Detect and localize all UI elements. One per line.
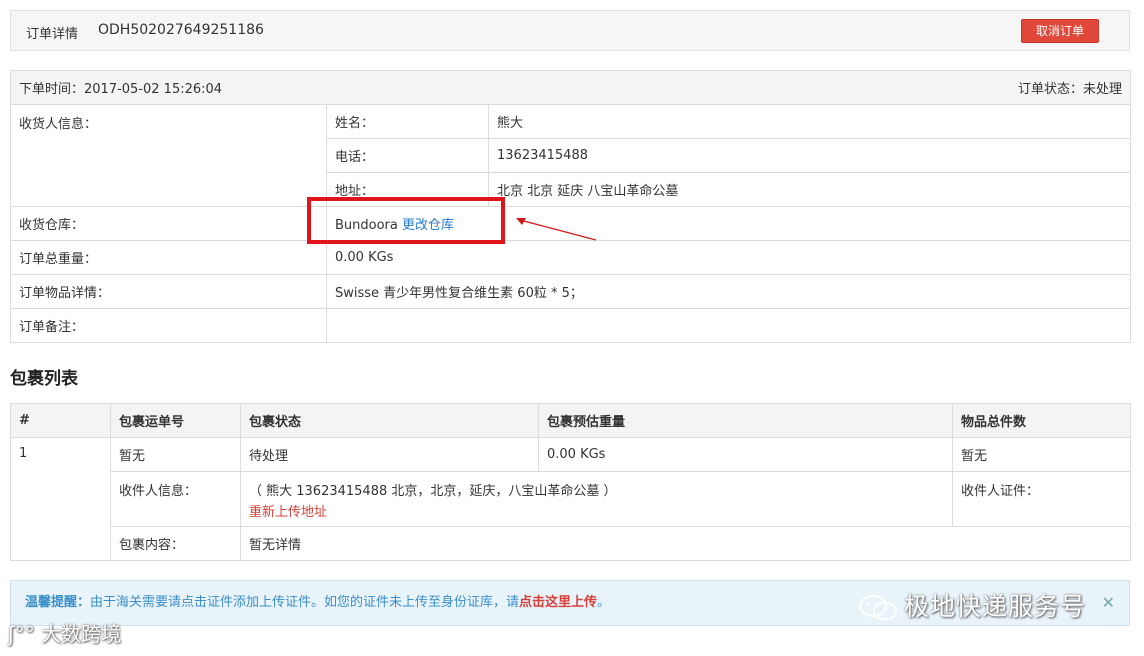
col-weight: 包裹预估重量 — [538, 403, 953, 438]
package-header-row: # 包裹运单号 包裹状态 包裹预估重量 物品总件数 — [10, 403, 1131, 438]
col-count: 物品总件数 — [952, 403, 1131, 438]
brand-logo-icon: ʃ°° — [8, 622, 35, 646]
brand-watermark-text: 大数跨境 — [41, 622, 122, 646]
receiver-label: 收货人信息： — [10, 104, 327, 207]
table-row: 订单物品详情： Swisse 青少年男性复合维生素 60粒 * 5； — [10, 274, 1131, 309]
close-icon[interactable]: ✕ — [1102, 581, 1115, 625]
col-tracking: 包裹运单号 — [110, 403, 241, 438]
name-label: 姓名： — [326, 104, 489, 139]
remark-value — [326, 308, 1131, 343]
order-detail-label: 订单详情 — [26, 27, 79, 42]
address-value: 北京 北京 延庆 八宝山革命公墓 — [488, 172, 1131, 207]
items-label: 订单物品详情： — [10, 274, 327, 309]
remark-label: 订单备注： — [10, 308, 327, 343]
content-label: 包裹内容： — [110, 526, 241, 561]
recipient-label: 收件人信息： — [110, 471, 241, 527]
table-row: 收件人信息： （ 熊大 13623415488 北京，北京，延庆，八宝山革命公墓… — [11, 471, 1131, 527]
arrow-annotation-icon — [516, 218, 597, 241]
wechat-watermark-text: 极地快递服务号 — [904, 592, 1087, 621]
package-weight: 0.00 KGs — [538, 437, 953, 472]
cancel-order-button[interactable]: 取消订单 — [1021, 19, 1099, 43]
weight-label: 订单总重量： — [10, 240, 327, 275]
reminder-prefix: 温馨提醒： — [25, 595, 91, 610]
table-row: 收货人信息： 姓名： 熊大 — [10, 104, 1131, 207]
order-id: ODH502027649251186 — [98, 22, 264, 38]
table-row: 订单总重量： 0.00 KGs — [10, 240, 1131, 275]
wechat-watermark: 极地快递服务号 — [858, 587, 1086, 623]
phone-value: 13623415488 — [488, 138, 1131, 173]
reminder-text: 由于海关需要请点击证件添加上传证件。如您的证件未上传至身份证库，请 — [90, 595, 520, 610]
package-count: 暂无 — [952, 437, 1131, 472]
reupload-address-link[interactable]: 重新上传地址 — [249, 501, 944, 520]
phone-label: 电话： — [326, 138, 489, 173]
recipient-cell: （ 熊大 13623415488 北京，北京，延庆，八宝山革命公墓 ） 重新上传… — [240, 471, 953, 527]
upload-here-link[interactable]: 点击这里上传 — [519, 595, 597, 610]
highlight-box — [307, 197, 505, 244]
name-value: 熊大 — [488, 104, 1131, 139]
order-header: 订单详情 ODH502027649251186 取消订单 — [10, 10, 1130, 51]
order-status: 订单状态：未处理 — [1017, 82, 1122, 97]
order-summary-cell: 下单时间：2017-05-02 15:26:04 订单状态：未处理 — [10, 70, 1131, 105]
order-time: 下单时间：2017-05-02 15:26:04 — [19, 82, 223, 97]
content-value: 暂无详情 — [240, 526, 1131, 561]
table-row: 1 暂无 待处理 0.00 KGs 暂无 — [10, 437, 1131, 561]
warehouse-label: 收货仓库： — [10, 206, 327, 241]
brand-watermark: ʃ°° 大数跨境 — [8, 618, 121, 647]
items-value: Swisse 青少年男性复合维生素 60粒 * 5； — [326, 274, 1131, 309]
package-status: 待处理 — [240, 437, 539, 472]
recipient-id-label: 收件人证件： — [952, 471, 1131, 527]
reminder-suffix: 。 — [597, 595, 611, 610]
wechat-icon — [859, 595, 897, 621]
package-index: 1 — [10, 437, 111, 561]
weight-value: 0.00 KGs — [326, 240, 1131, 275]
col-index: # — [10, 403, 111, 438]
package-tracking: 暂无 — [110, 437, 241, 472]
package-table: # 包裹运单号 包裹状态 包裹预估重量 物品总件数 1 暂无 待处理 0.00 … — [10, 403, 1131, 561]
table-row: 包裹内容： 暂无详情 — [11, 526, 1131, 561]
package-list-title: 包裹列表 — [10, 369, 78, 389]
order-summary-row: 下单时间：2017-05-02 15:26:04 订单状态：未处理 — [10, 70, 1131, 105]
recipient-value: （ 熊大 13623415488 北京，北京，延庆，八宝山革命公墓 ） — [249, 484, 617, 499]
col-status: 包裹状态 — [240, 403, 539, 438]
table-row: 订单备注： — [10, 308, 1131, 343]
order-info-table: 下单时间：2017-05-02 15:26:04 订单状态：未处理 收货人信息：… — [10, 70, 1131, 343]
